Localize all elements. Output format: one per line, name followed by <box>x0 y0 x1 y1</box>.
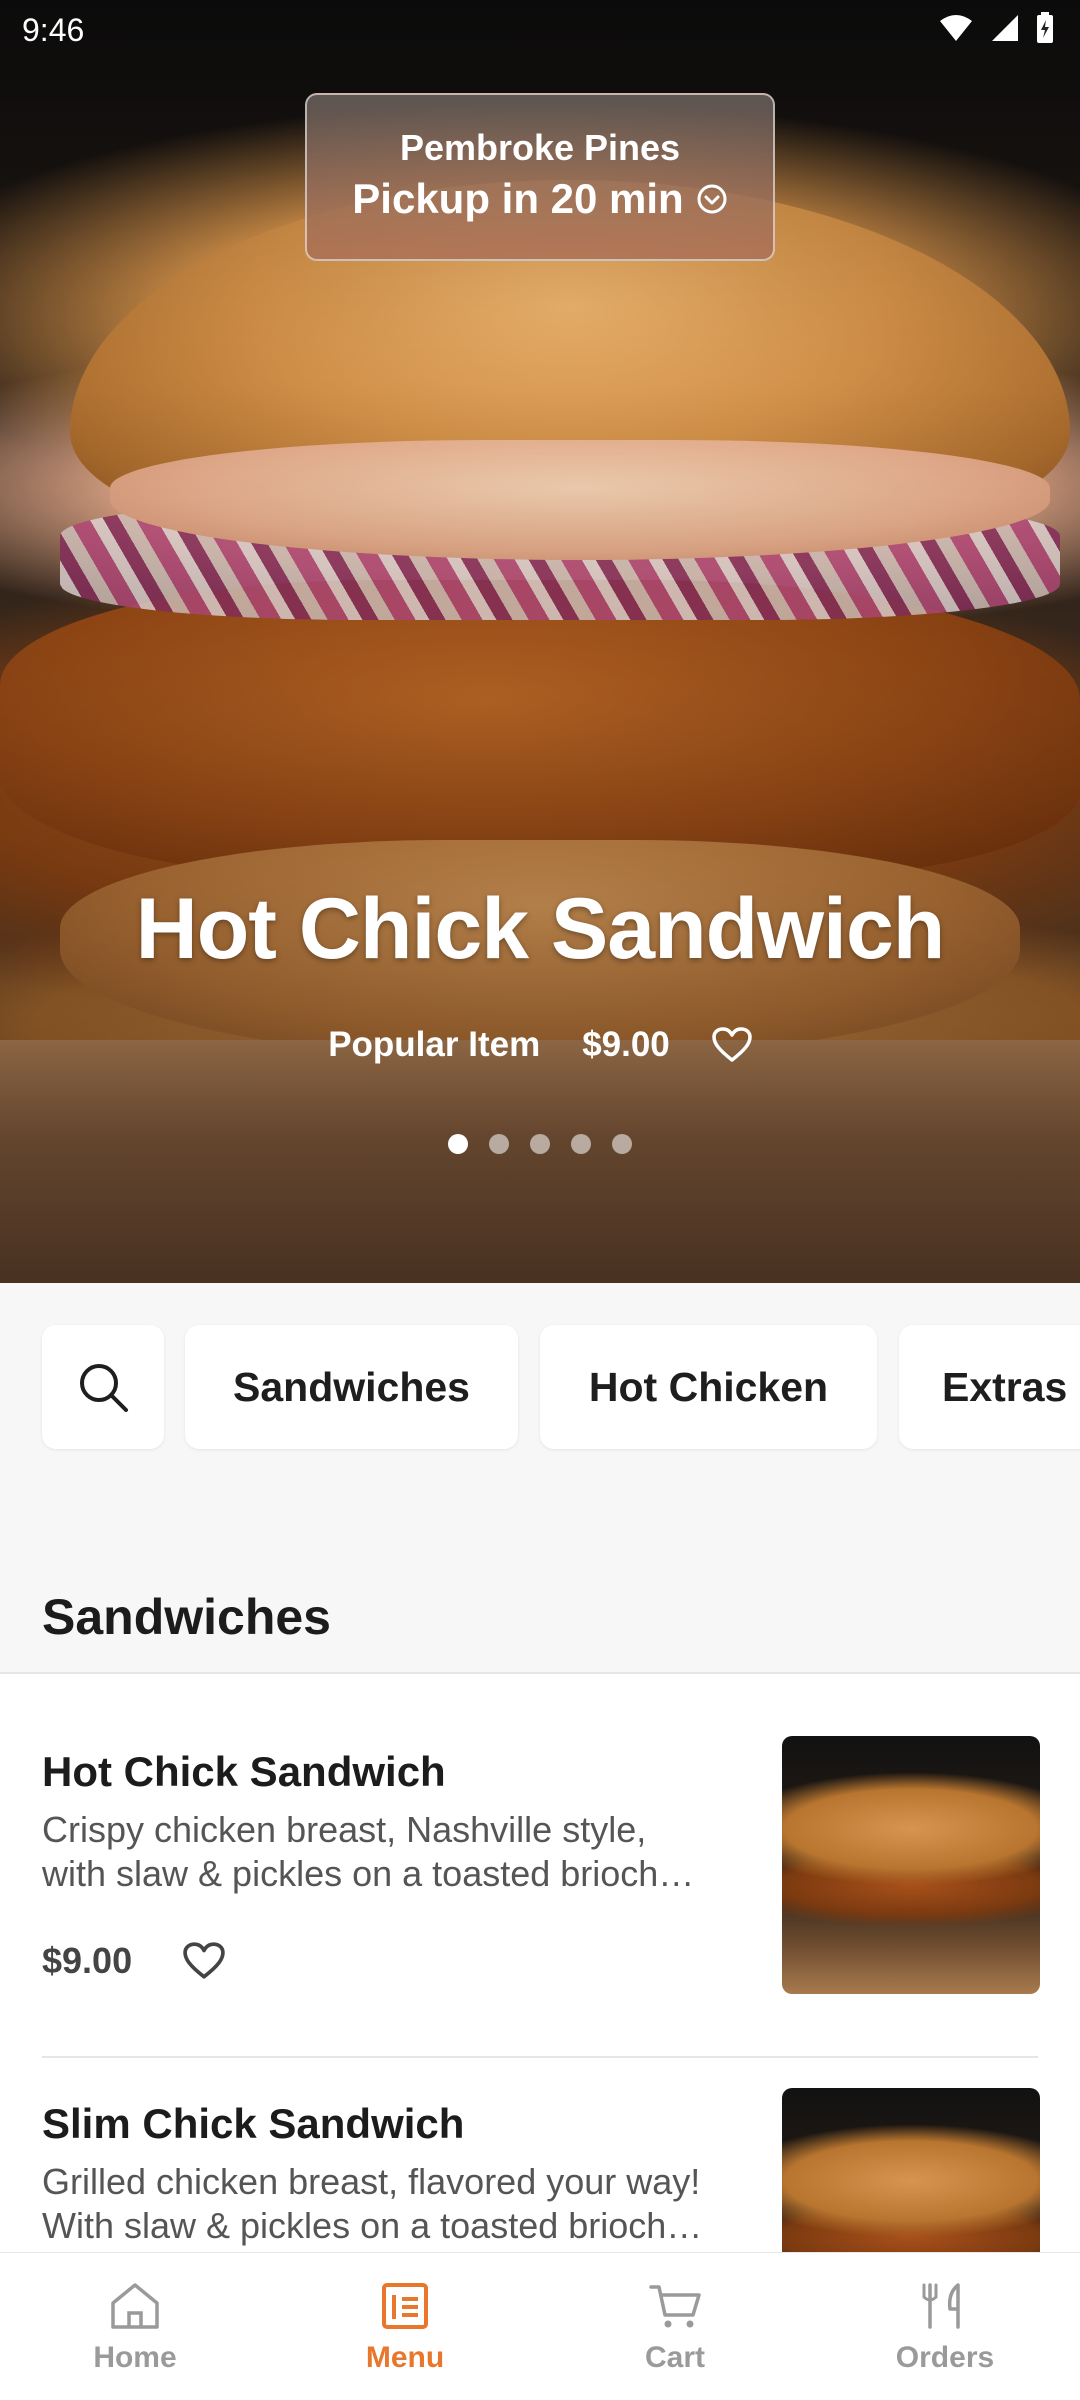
chip-sandwiches[interactable]: Sandwiches <box>185 1325 518 1449</box>
battery-icon <box>1037 12 1053 43</box>
carousel-dots[interactable] <box>0 1134 1080 1154</box>
wifi-icon <box>940 15 972 41</box>
list-item[interactable]: Slim Chick Sandwich Grilled chicken brea… <box>0 2058 1080 2252</box>
item-image[interactable] <box>782 2088 1040 2252</box>
heart-icon[interactable] <box>183 1942 225 1980</box>
nav-orders[interactable]: Orders <box>810 2253 1080 2400</box>
search-icon <box>80 1364 128 1412</box>
item-name: Hot Chick Sandwich <box>42 1748 446 1795</box>
location-city: Pembroke Pines <box>399 127 681 168</box>
popular-badge: Popular Item <box>328 1025 541 1064</box>
item-image[interactable] <box>782 1736 1040 1994</box>
search-button[interactable] <box>42 1325 164 1449</box>
cart-icon <box>649 2285 701 2328</box>
item-price: $9.00 <box>42 1940 133 1981</box>
nav-label: Orders <box>895 2341 995 2374</box>
signal-icon <box>992 15 1018 41</box>
item-description: with slaw & pickles on a toasted brioch… <box>42 1853 695 1894</box>
carousel-dot[interactable] <box>530 1134 550 1154</box>
carousel-dot[interactable] <box>612 1134 632 1154</box>
nav-menu[interactable]: Menu <box>270 2253 540 2400</box>
hero-banner[interactable]: 9:46 Pembroke Pines Pickup in 20 min Hot… <box>0 0 1080 1283</box>
carousel-dot[interactable] <box>571 1134 591 1154</box>
chevron-down-circle-icon <box>697 184 727 214</box>
category-chips: Sandwiches Hot Chicken Extras <box>0 1325 1080 1449</box>
nav-label: Menu <box>365 2341 445 2374</box>
bottom-nav: Home Menu Cart Orders <box>0 2252 1080 2400</box>
nav-cart[interactable]: Cart <box>540 2253 810 2400</box>
home-icon <box>111 2283 159 2329</box>
status-time: 9:46 <box>22 12 85 48</box>
nav-label: Home <box>93 2341 177 2374</box>
item-description: Crispy chicken breast, Nashville style, <box>42 1809 647 1850</box>
status-bar: 9:46 <box>0 0 1080 66</box>
orders-icon <box>922 2283 960 2329</box>
nav-label: Cart <box>644 2341 705 2374</box>
carousel-dot[interactable] <box>489 1134 509 1154</box>
item-description: With slaw & pickles on a toasted brioch… <box>42 2205 703 2246</box>
menu-list: Hot Chick Sandwich Crispy chicken breast… <box>0 1672 1080 2252</box>
section-title: Sandwiches <box>42 1589 331 1645</box>
list-item[interactable]: Hot Chick Sandwich Crispy chicken breast… <box>0 1674 1080 2058</box>
menu-icon <box>382 2283 428 2329</box>
heart-icon[interactable] <box>712 1027 752 1063</box>
item-name: Slim Chick Sandwich <box>42 2100 465 2147</box>
nav-home[interactable]: Home <box>0 2253 270 2400</box>
hero-title: Hot Chick Sandwich <box>135 881 946 977</box>
pickup-time: Pickup in 20 min <box>352 175 684 222</box>
chip-hot-chicken[interactable]: Hot Chicken <box>540 1325 877 1449</box>
item-description: Grilled chicken breast, flavored your wa… <box>42 2161 701 2202</box>
hero-price: $9.00 <box>582 1025 670 1064</box>
chip-extras[interactable]: Extras <box>899 1325 1080 1449</box>
carousel-dot[interactable] <box>448 1134 468 1154</box>
location-selector[interactable]: Pembroke Pines Pickup in 20 min <box>305 93 775 261</box>
